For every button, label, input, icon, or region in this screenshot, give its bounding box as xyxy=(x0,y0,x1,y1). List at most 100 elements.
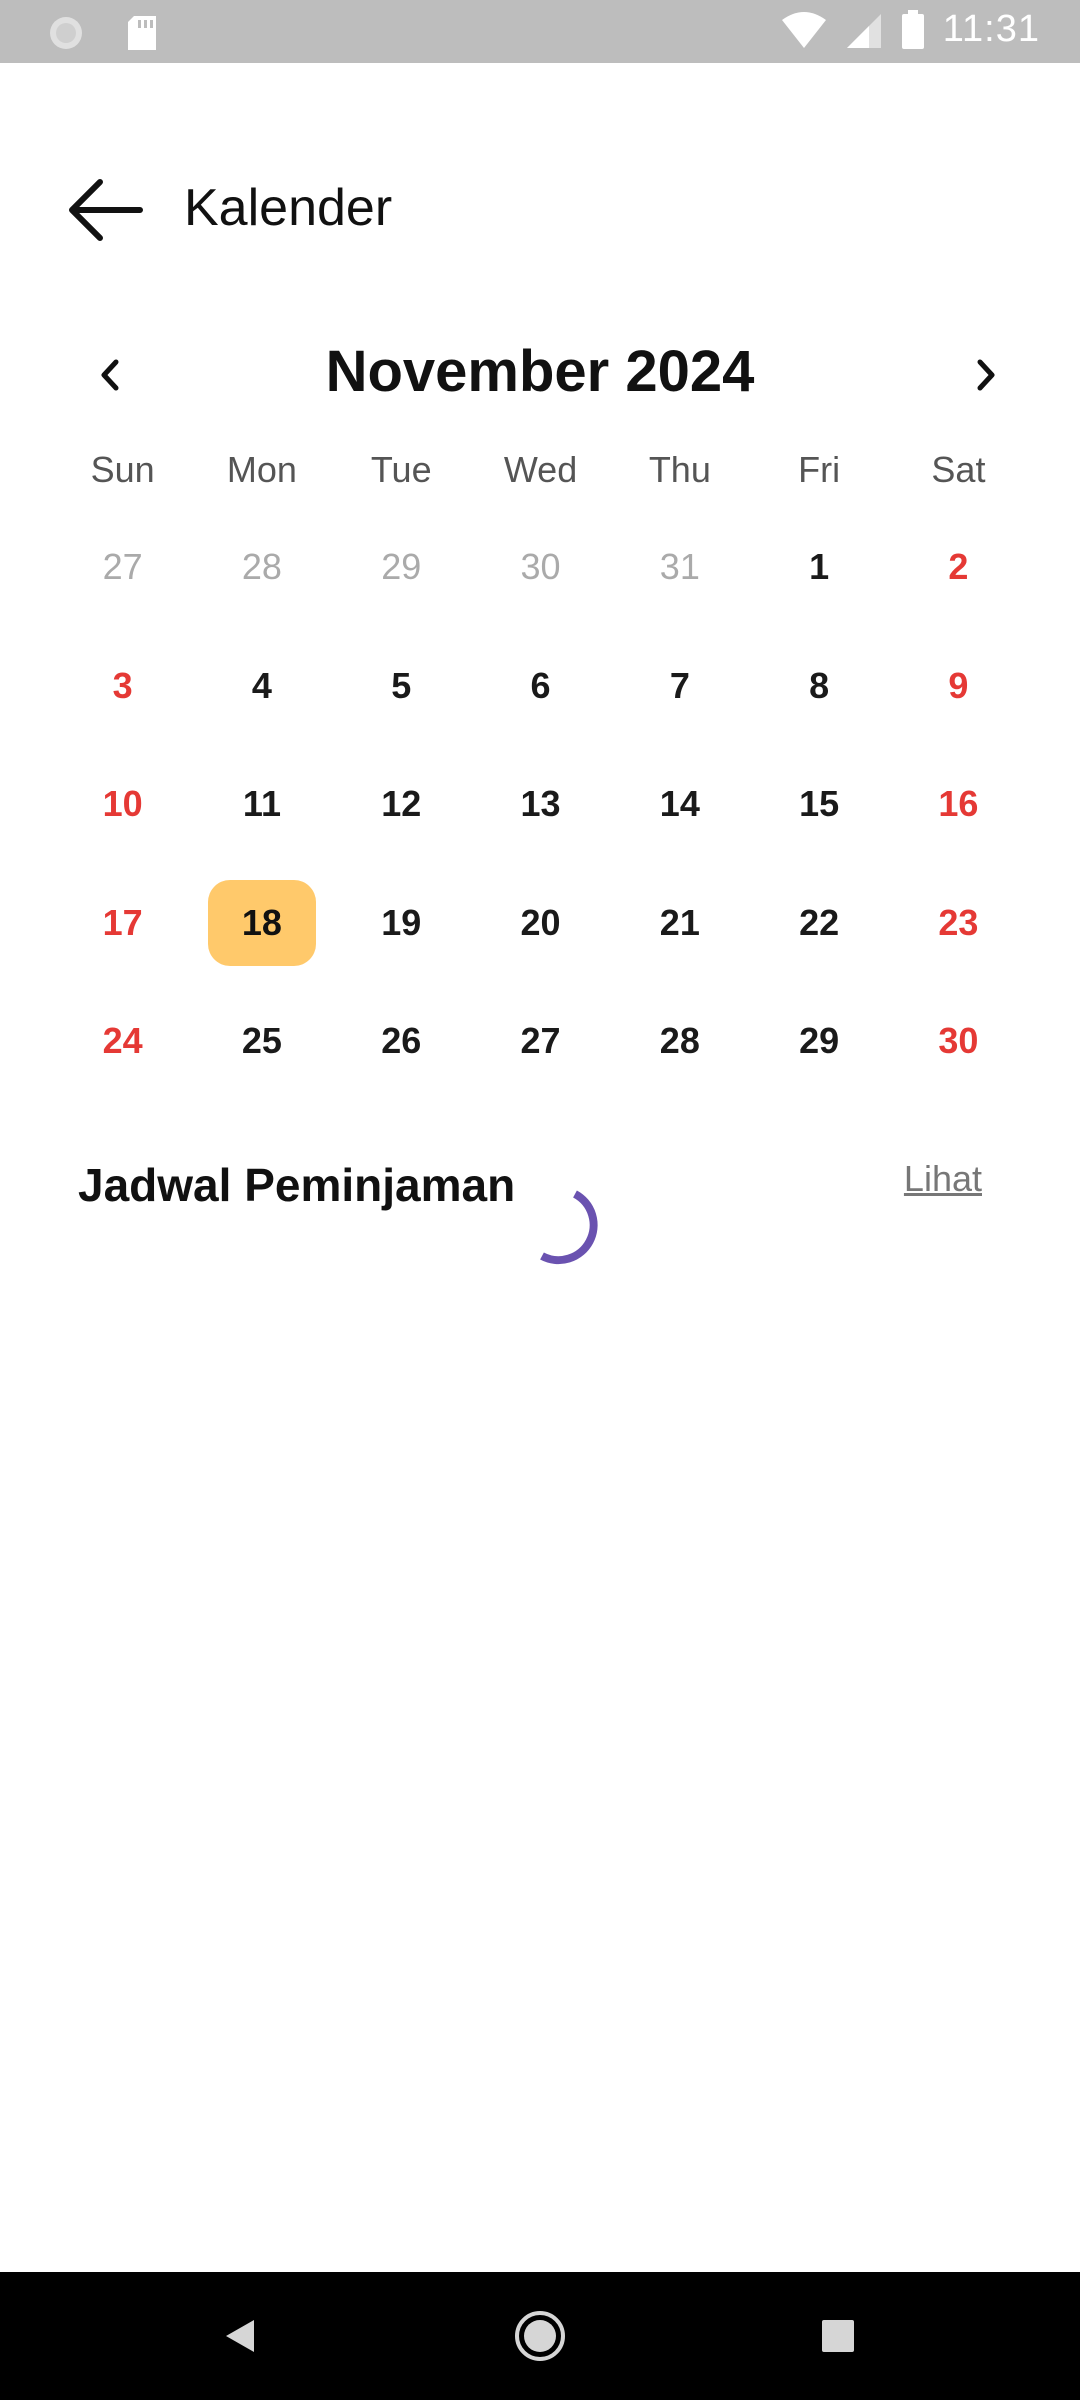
calendar-day[interactable]: 5 xyxy=(332,627,471,746)
day-number: 3 xyxy=(112,664,133,706)
nav-back-button[interactable] xyxy=(200,2296,280,2376)
calendar-day[interactable]: 30 xyxy=(471,508,610,627)
calendar-day[interactable]: 28 xyxy=(192,508,331,627)
day-number: 16 xyxy=(938,783,979,825)
chevron-right-icon xyxy=(977,359,995,391)
next-month-button[interactable] xyxy=(950,340,1020,410)
day-number: 29 xyxy=(381,546,422,588)
day-number: 21 xyxy=(659,901,700,943)
loading-spinner xyxy=(540,1190,598,1265)
calendar-day[interactable]: 23 xyxy=(889,864,1028,983)
day-number: 30 xyxy=(938,1020,979,1062)
day-number: 2 xyxy=(948,546,969,588)
day-number: 1 xyxy=(809,546,830,588)
day-number: 22 xyxy=(799,901,840,943)
notification-icon xyxy=(50,17,82,49)
day-number: 28 xyxy=(659,1020,700,1062)
calendar-day[interactable]: 22 xyxy=(749,864,888,983)
weekday-label: Thu xyxy=(648,449,711,490)
signal-icon xyxy=(846,13,881,48)
calendar-day[interactable]: 24 xyxy=(53,982,192,1101)
calendar-day[interactable]: 6 xyxy=(471,627,610,746)
calendar-day[interactable]: 27 xyxy=(53,508,192,627)
calendar-day[interactable]: 28 xyxy=(610,982,749,1101)
weekday-label: Sun xyxy=(90,449,155,490)
nav-home-button[interactable] xyxy=(500,2296,580,2376)
calendar-day[interactable]: 11 xyxy=(192,745,331,864)
calendar-day-selected[interactable]: 18 xyxy=(192,864,331,983)
app-bar: Kalender xyxy=(0,150,1080,270)
calendar-day[interactable]: 25 xyxy=(192,982,331,1101)
calendar-day[interactable]: 9 xyxy=(889,627,1028,746)
calendar-day[interactable]: 29 xyxy=(332,508,471,627)
weekday-label: Fri xyxy=(798,449,841,490)
calendar-day[interactable]: 14 xyxy=(610,745,749,864)
view-schedule-link[interactable]: Lihat xyxy=(904,1158,982,1200)
calendar-day[interactable]: 2 xyxy=(889,508,1028,627)
calendar-day[interactable]: 21 xyxy=(610,864,749,983)
recent-square-icon xyxy=(822,2320,854,2352)
calendar-day[interactable]: 26 xyxy=(332,982,471,1101)
day-number: 12 xyxy=(381,783,422,825)
calendar-day[interactable]: 7 xyxy=(610,627,749,746)
day-number: 9 xyxy=(948,664,969,706)
day-number: 27 xyxy=(102,546,143,588)
day-number: 30 xyxy=(520,546,561,588)
day-number: 15 xyxy=(799,783,840,825)
weekday-label: Wed xyxy=(503,449,578,490)
day-number: 14 xyxy=(659,783,700,825)
calendar-day[interactable]: 16 xyxy=(889,745,1028,864)
calendar-day[interactable]: 12 xyxy=(332,745,471,864)
calendar-day[interactable]: 29 xyxy=(749,982,888,1101)
battery-icon xyxy=(901,9,924,49)
calendar-grid: 27 28 29 30 31 1 2 3 4 5 6 7 8 9 10 11 1… xyxy=(53,508,1027,1101)
day-number: 23 xyxy=(938,901,979,943)
day-number: 24 xyxy=(102,1020,143,1062)
status-time: 11:31 xyxy=(942,8,1040,50)
calendar-day[interactable]: 17 xyxy=(53,864,192,983)
calendar-day[interactable]: 3 xyxy=(53,627,192,746)
wifi-icon xyxy=(781,11,826,48)
day-number: 25 xyxy=(241,1020,282,1062)
day-number: 28 xyxy=(241,546,282,588)
calendar-day[interactable]: 4 xyxy=(192,627,331,746)
day-number: 13 xyxy=(520,783,561,825)
day-number: 10 xyxy=(102,783,143,825)
home-circle-icon xyxy=(515,2311,565,2361)
nav-recent-button[interactable] xyxy=(798,2296,878,2376)
arrow-left-icon xyxy=(69,179,143,241)
day-number: 7 xyxy=(669,664,690,706)
calendar-day[interactable]: 8 xyxy=(749,627,888,746)
month-label: November 2024 xyxy=(325,339,755,404)
calendar-day[interactable]: 19 xyxy=(332,864,471,983)
calendar-day[interactable]: 13 xyxy=(471,745,610,864)
back-button[interactable] xyxy=(60,170,152,250)
day-number: 8 xyxy=(809,664,830,706)
day-number: 31 xyxy=(659,546,700,588)
calendar-day[interactable]: 27 xyxy=(471,982,610,1101)
schedule-title: Jadwal Peminjaman xyxy=(78,1159,516,1211)
system-nav-bar xyxy=(0,2272,1080,2400)
day-number: 11 xyxy=(242,783,281,825)
day-number: 4 xyxy=(251,664,272,706)
day-number: 18 xyxy=(207,879,316,966)
back-triangle-icon xyxy=(226,2320,254,2352)
calendar-day[interactable]: 31 xyxy=(610,508,749,627)
weekday-label: Tue xyxy=(370,449,432,490)
day-number: 20 xyxy=(520,901,561,943)
day-number: 19 xyxy=(381,901,422,943)
calendar-day[interactable]: 20 xyxy=(471,864,610,983)
sd-card-icon xyxy=(128,16,156,50)
day-number: 27 xyxy=(520,1020,561,1062)
weekday-header: Sun Mon Tue Wed Thu Fri Sat xyxy=(53,440,1027,500)
calendar-day[interactable]: 1 xyxy=(749,508,888,627)
page-title: Kalender xyxy=(184,179,393,237)
calendar-day[interactable]: 10 xyxy=(53,745,192,864)
calendar-day[interactable]: 30 xyxy=(889,982,1028,1101)
day-number: 6 xyxy=(530,664,551,706)
day-number: 17 xyxy=(102,901,143,943)
day-number: 5 xyxy=(391,664,412,706)
day-number: 26 xyxy=(381,1020,422,1062)
calendar-day[interactable]: 15 xyxy=(749,745,888,864)
status-bar: 11:31 xyxy=(0,0,1080,63)
